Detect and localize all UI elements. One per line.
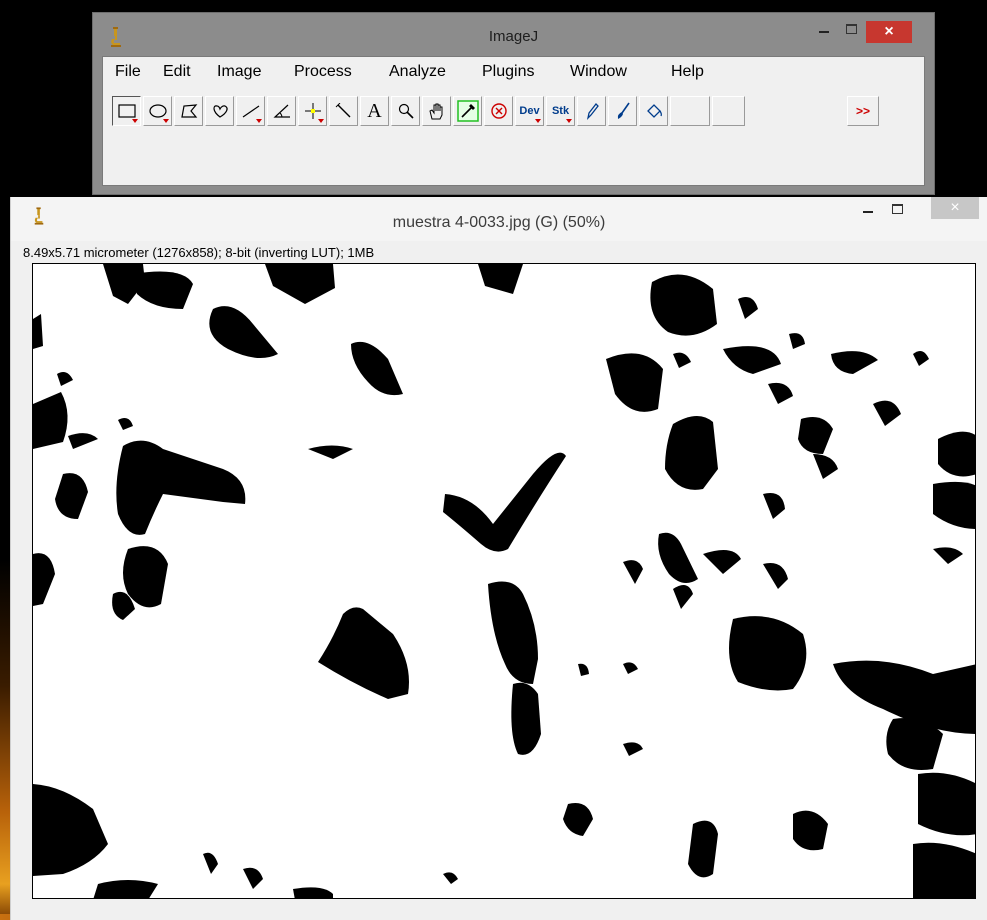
chevron-down-icon <box>566 119 572 123</box>
remove-overlay-tool[interactable] <box>484 96 513 126</box>
image-title: muestra 4-0033.jpg (G) (50%) <box>392 214 606 231</box>
chevron-down-icon <box>132 119 138 123</box>
dropper-icon <box>456 100 479 122</box>
menu-process[interactable]: Process <box>294 63 352 81</box>
text-tool[interactable]: A <box>360 96 389 126</box>
image-titlebar[interactable]: muestra 4-0033.jpg (G) (50%) × <box>11 197 987 241</box>
dev-icon: Dev <box>519 105 540 117</box>
imagej-panel: File Edit Image Process Analyze Plugins … <box>102 56 925 186</box>
chevron-down-icon <box>163 119 169 123</box>
oval-tool[interactable] <box>143 96 172 126</box>
line-icon <box>242 105 259 118</box>
polygon-tool[interactable] <box>174 96 203 126</box>
magnifier-tool[interactable] <box>391 96 420 126</box>
close-button[interactable]: × <box>931 197 979 219</box>
maximize-button[interactable] <box>839 21 863 41</box>
minimize-button[interactable] <box>857 201 881 221</box>
hand-icon <box>428 103 442 120</box>
wand-icon <box>335 103 350 118</box>
image-canvas[interactable] <box>32 263 976 899</box>
text-icon: A <box>367 99 382 122</box>
paint-bucket-icon <box>646 104 662 118</box>
freehand-icon <box>212 105 228 118</box>
chevron-down-icon <box>256 119 262 123</box>
flood-fill-tool[interactable] <box>639 96 668 126</box>
image-window: muestra 4-0033.jpg (G) (50%) × 8.49x5.71… <box>10 197 987 920</box>
freehand-tool[interactable] <box>205 96 234 126</box>
brush-icon <box>617 102 630 119</box>
wand-tool[interactable] <box>329 96 358 126</box>
developer-menu-tool[interactable]: Dev <box>515 96 544 126</box>
more-tools-button[interactable]: >> <box>847 96 879 126</box>
scroll-tool[interactable] <box>422 96 451 126</box>
menu-help[interactable]: Help <box>671 63 704 81</box>
line-tool[interactable] <box>236 96 265 126</box>
brush-tool[interactable] <box>608 96 637 126</box>
image-info-text: 8.49x5.71 micrometer (1276x858); 8-bit (… <box>23 245 375 260</box>
point-tool[interactable] <box>298 96 327 126</box>
close-button[interactable]: × <box>866 21 912 43</box>
angle-tool[interactable] <box>267 96 296 126</box>
menu-analyze[interactable]: Analyze <box>389 63 446 81</box>
magnifier-icon <box>398 103 414 119</box>
angle-icon <box>272 104 290 118</box>
polygon-icon <box>180 104 197 118</box>
menu-image[interactable]: Image <box>217 63 261 81</box>
pencil-tool[interactable] <box>577 96 606 126</box>
chevron-down-icon <box>318 119 324 123</box>
stk-icon: Stk <box>551 105 570 117</box>
rectangle-tool[interactable] <box>112 96 141 126</box>
menu-plugins[interactable]: Plugins <box>482 63 534 81</box>
imagej-titlebar[interactable]: ImageJ × <box>93 13 934 56</box>
menu-edit[interactable]: Edit <box>163 63 191 81</box>
circle-x-icon <box>490 103 507 119</box>
empty-slot-1[interactable] <box>670 96 710 126</box>
maximize-button[interactable] <box>885 201 909 221</box>
color-picker-tool[interactable] <box>453 96 482 126</box>
oval-icon <box>148 104 167 118</box>
empty-slot-2[interactable] <box>712 96 745 126</box>
menu-file[interactable]: File <box>115 63 141 81</box>
stack-menu-tool[interactable]: Stk <box>546 96 575 126</box>
window-title: ImageJ <box>488 28 539 45</box>
imagej-window: ImageJ × File Edit Image Process Analyze… <box>92 12 935 195</box>
chevron-down-icon <box>535 119 541 123</box>
minimize-button[interactable] <box>813 21 837 41</box>
double-chevron-right-icon: >> <box>855 104 870 118</box>
binary-particle-image <box>33 264 975 898</box>
rectangle-icon <box>117 104 136 118</box>
pencil-icon <box>586 103 599 120</box>
crosshair-icon <box>304 103 321 119</box>
menu-window[interactable]: Window <box>570 63 627 81</box>
